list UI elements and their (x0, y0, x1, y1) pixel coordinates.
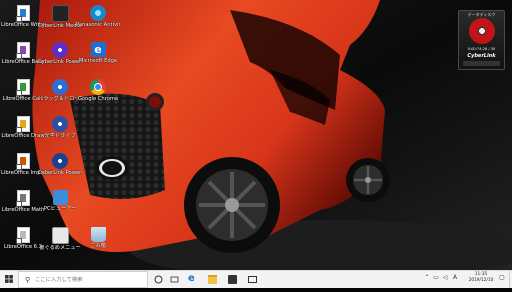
network-icon[interactable]: ▭ (432, 274, 440, 291)
edge-icon: e (90, 42, 106, 57)
task-view-alt-button[interactable] (166, 271, 182, 288)
search-input[interactable] (35, 273, 145, 286)
task-switch-icon (170, 276, 179, 283)
ime-indicator[interactable]: A (451, 274, 459, 291)
gadget-controls[interactable] (463, 61, 500, 66)
mail-icon (248, 276, 257, 283)
tray-overflow-icon[interactable]: ⌃ (423, 274, 431, 291)
optical-drive-icon (52, 116, 68, 132)
taskbar-mail[interactable] (244, 271, 260, 288)
desktop-icon-label: 光学ドライブ (44, 133, 76, 139)
desktop-icon-pc-viewer[interactable]: PCビューアー (38, 190, 82, 212)
search-icon: ⚲ (25, 276, 31, 284)
windows-logo-icon (5, 275, 13, 283)
desktop-icon-label: ごみ箱 (90, 243, 106, 249)
desktop-icon-cyberlink-powerdvd-6[interactable]: CyberLink PowerDVD 6 (38, 153, 82, 176)
taskbar-file-explorer[interactable] (204, 271, 220, 288)
folder-icon (208, 275, 217, 284)
antivirus-icon (90, 5, 106, 21)
task-view-button[interactable] (150, 271, 166, 288)
taskbar-search[interactable]: ⚲ (18, 271, 148, 288)
libreoffice-base-icon (15, 42, 30, 59)
recycle-bin-icon (90, 227, 106, 242)
desktop-icon-label: PCビューアー (43, 206, 77, 212)
libreoffice-calc-icon (15, 79, 30, 96)
start-button[interactable] (0, 271, 18, 288)
cyberlink-media-suite-icon (51, 5, 69, 22)
desktop-icon-microsoft-edge[interactable]: e Microsoft Edge (76, 42, 120, 64)
desktop-icon-google-chrome[interactable]: Google Chrome (76, 79, 120, 102)
desktop-icon-label: Panasonic Antivirus (76, 22, 120, 28)
volume-icon[interactable]: ◁ (441, 274, 449, 291)
chrome-icon (90, 79, 106, 95)
menu-launcher-icon (51, 227, 69, 244)
taskbar: ⚲ e ⌃ ▭ ◁ A 11:35 2019/12/10 ▢ (0, 270, 512, 288)
libreoffice-impress-icon (15, 153, 30, 170)
desktop-icon-label: Microsoft Edge (78, 58, 118, 64)
desktop-icon-label: CyberLink PowerDVD 6 (38, 170, 82, 176)
desktop-icon-label: Google Chrome (77, 96, 119, 102)
clock-date: 2019/12/10 (468, 278, 494, 283)
gadget-logo: CyberLink (467, 53, 496, 59)
notification-icon[interactable]: ▢ (498, 274, 506, 291)
cyberlink-powerdvd6-icon (52, 153, 68, 169)
media-player-gadget[interactable]: データディスク 0:00:74:26 / 30 CyberLink (458, 10, 505, 70)
pc-viewer-icon (52, 190, 68, 205)
taskbar-clock[interactable]: 11:35 2019/12/10 (464, 272, 498, 284)
cyberlink-powerdvd-icon (52, 42, 68, 58)
edge-icon: e (188, 273, 195, 284)
store-icon (228, 275, 237, 284)
desktop-icon-optical-drive[interactable]: 光学ドライブ (38, 116, 82, 139)
disc-icon[interactable] (469, 18, 495, 44)
taskbar-store[interactable] (224, 271, 240, 288)
libreoffice-math-icon (15, 190, 30, 207)
taskbar-edge[interactable]: e (184, 271, 200, 288)
drag-drop-burn-icon (52, 79, 68, 95)
libreoffice-writer-icon (15, 5, 30, 22)
libreoffice-draw-icon (15, 116, 30, 133)
desktop-icon-antivirus[interactable]: Panasonic Antivirus (76, 5, 120, 28)
desktop-icon-recycle-bin[interactable]: ごみ箱 (76, 227, 120, 249)
libreoffice-folder-icon (15, 227, 30, 244)
gadget-time: 0:00:74:26 / 30 (467, 47, 496, 51)
task-view-icon (154, 275, 163, 284)
